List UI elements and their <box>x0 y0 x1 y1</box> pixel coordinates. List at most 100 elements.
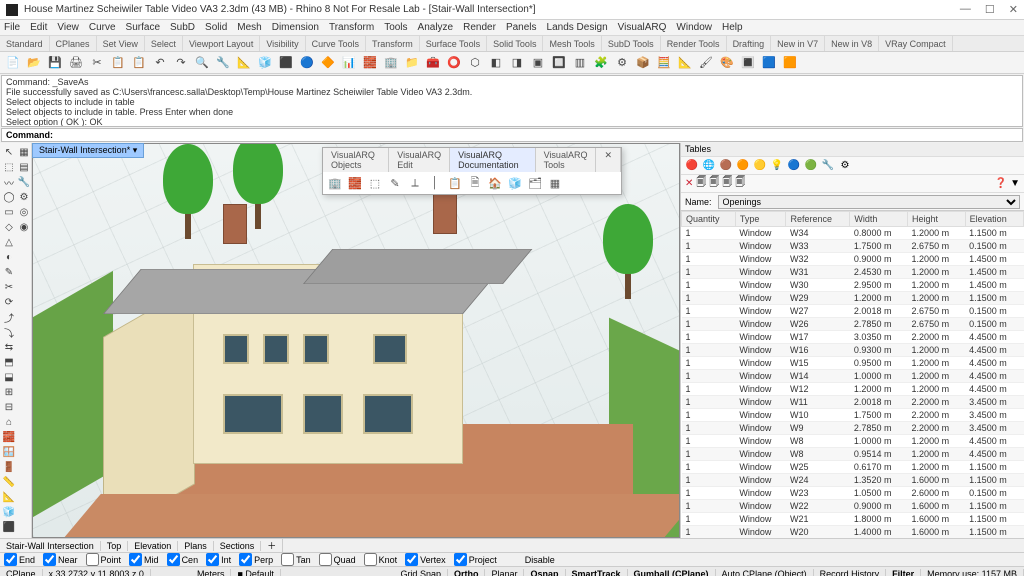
osnap-disable[interactable]: Disable <box>525 555 555 565</box>
osnap-end[interactable]: End <box>4 553 35 566</box>
ltool-6[interactable]: △ <box>2 235 16 249</box>
osnap-tan[interactable]: Tan <box>281 553 311 566</box>
panel-tab-6[interactable]: 🔵 <box>787 159 801 173</box>
col-quantity[interactable]: Quantity <box>682 212 736 227</box>
tab-visibility[interactable]: Visibility <box>260 36 305 51</box>
menu-tools[interactable]: Tools <box>384 22 407 33</box>
col-height[interactable]: Height <box>908 212 966 227</box>
tab-mesh-tools[interactable]: Mesh Tools <box>543 36 601 51</box>
toolbar-btn-2[interactable]: 💾 <box>46 54 64 72</box>
col-elevation[interactable]: Elevation <box>965 212 1023 227</box>
status-coords[interactable]: x 33.2732 y 11.8003 z 0 <box>43 569 151 576</box>
ltool-14[interactable]: ⬒ <box>2 355 16 369</box>
tab-drafting[interactable]: Drafting <box>727 36 772 51</box>
menu-panels[interactable]: Panels <box>506 22 537 33</box>
viewport-tab[interactable]: Stair-Wall Intersection* ▾ <box>32 143 144 158</box>
table-row[interactable]: 1WindowW220.9000 m1.6000 m1.1500 m <box>682 500 1024 513</box>
panel-tab-0[interactable]: 🔴 <box>685 159 699 173</box>
status-units[interactable]: Meters <box>191 569 232 576</box>
ltool-18[interactable]: ⌂ <box>2 415 16 429</box>
ltool-26[interactable]: ▦ <box>17 145 31 159</box>
toolbar-btn-19[interactable]: 📁 <box>403 54 421 72</box>
table-row[interactable]: 1WindowW340.8000 m1.2000 m1.1500 m <box>682 227 1024 240</box>
menu-visualarq[interactable]: VisualARQ <box>618 22 667 33</box>
status-grid-snap[interactable]: Grid Snap <box>394 569 448 576</box>
tab-new-in-v7[interactable]: New in V7 <box>771 36 825 51</box>
ltool-29[interactable]: ⚙ <box>17 190 31 204</box>
menu-mesh[interactable]: Mesh <box>237 22 261 33</box>
toolbar-btn-9[interactable]: 🔍 <box>193 54 211 72</box>
col-reference[interactable]: Reference <box>786 212 850 227</box>
toolbar-btn-35[interactable]: 🔳 <box>739 54 757 72</box>
tab-curve-tools[interactable]: Curve Tools <box>306 36 366 51</box>
menu-view[interactable]: View <box>57 22 79 33</box>
tab-cplanes[interactable]: CPlanes <box>50 36 97 51</box>
toolbar-btn-33[interactable]: 🖌 <box>697 54 715 72</box>
ltool-13[interactable]: ⇆ <box>2 340 16 354</box>
table-row[interactable]: 1WindowW320.9000 m1.2000 m1.4500 m <box>682 253 1024 266</box>
toolbar-btn-14[interactable]: 🔵 <box>298 54 316 72</box>
menu-window[interactable]: Window <box>676 22 712 33</box>
ltool-19[interactable]: 🧱 <box>2 430 16 444</box>
table-row[interactable]: 1WindowW121.2000 m1.2000 m4.4500 m <box>682 383 1024 396</box>
table-row[interactable]: 1WindowW81.0000 m1.2000 m4.4500 m <box>682 435 1024 448</box>
toolbar-btn-3[interactable]: 🖨 <box>67 54 85 72</box>
menu-transform[interactable]: Transform <box>329 22 374 33</box>
toolbar-btn-23[interactable]: ◧ <box>487 54 505 72</box>
status-planar[interactable]: Planar <box>485 569 524 576</box>
toolbar-btn-24[interactable]: ◨ <box>508 54 526 72</box>
table-row[interactable]: 1WindowW112.0018 m2.2000 m3.4500 m <box>682 396 1024 409</box>
ltool-30[interactable]: ◎ <box>17 205 31 219</box>
toolbar-btn-30[interactable]: 📦 <box>634 54 652 72</box>
ltool-4[interactable]: ▭ <box>2 205 16 219</box>
vp-tab-sections[interactable]: Sections <box>214 541 262 551</box>
toolbar-btn-31[interactable]: 🧮 <box>655 54 673 72</box>
toolbar-btn-25[interactable]: ▣ <box>529 54 547 72</box>
ltool-15[interactable]: ⬓ <box>2 370 16 384</box>
ltool-1[interactable]: ⬚ <box>2 160 16 174</box>
toolbar-btn-34[interactable]: 🎨 <box>718 54 736 72</box>
status-osnap[interactable]: Osnap <box>524 569 565 576</box>
osnap-project[interactable]: Project <box>454 553 497 566</box>
ltool-20[interactable]: 🪟 <box>2 445 16 459</box>
status-ortho[interactable]: Ortho <box>448 569 486 576</box>
tab-surface-tools[interactable]: Surface Tools <box>420 36 487 51</box>
ltool-22[interactable]: 📏 <box>2 475 16 489</box>
toolbar-btn-1[interactable]: 📂 <box>25 54 43 72</box>
osnap-point[interactable]: Point <box>86 553 122 566</box>
panel-btn-2[interactable]: 🗐 <box>709 175 719 192</box>
panel-tab-9[interactable]: ⚙ <box>838 159 852 173</box>
toolbar-btn-28[interactable]: 🧩 <box>592 54 610 72</box>
col-type[interactable]: Type <box>735 212 786 227</box>
osnap-near[interactable]: Near <box>43 553 78 566</box>
toolbar-btn-29[interactable]: ⚙ <box>613 54 631 72</box>
toolbar-btn-15[interactable]: 🔶 <box>319 54 337 72</box>
status-gumball-cplane-[interactable]: Gumball (CPlane) <box>628 569 716 576</box>
table-row[interactable]: 1WindowW150.9500 m1.2000 m4.4500 m <box>682 357 1024 370</box>
toolbar-btn-10[interactable]: 🔧 <box>214 54 232 72</box>
floating-btn-4[interactable]: ⟂ <box>407 175 423 191</box>
panel-tab-4[interactable]: 🟡 <box>753 159 767 173</box>
menu-surface[interactable]: Surface <box>126 22 160 33</box>
menu-subd[interactable]: SubD <box>170 22 195 33</box>
ltool-27[interactable]: ▤ <box>17 160 31 174</box>
table-row[interactable]: 1WindowW331.7500 m2.6750 m0.1500 m <box>682 240 1024 253</box>
status-memory[interactable]: Memory use: 1157 MB <box>921 569 1024 576</box>
table-row[interactable]: 1WindowW262.7850 m2.6750 m0.1500 m <box>682 318 1024 331</box>
ltool-24[interactable]: 🧊 <box>2 505 16 519</box>
ltool-17[interactable]: ⊟ <box>2 400 16 414</box>
ltool-10[interactable]: ⟳ <box>2 295 16 309</box>
menu-curve[interactable]: Curve <box>89 22 116 33</box>
ltool-7[interactable]: ◐ <box>2 250 16 264</box>
panel-tab-8[interactable]: 🔧 <box>821 159 835 173</box>
menu-lands design[interactable]: Lands Design <box>547 22 608 33</box>
tab-solid-tools[interactable]: Solid Tools <box>487 36 543 51</box>
status-record-history[interactable]: Record History <box>814 569 887 576</box>
panel-btn-right-1[interactable]: ▼ <box>1010 178 1020 189</box>
ltool-28[interactable]: 🔧 <box>17 175 31 189</box>
toolbar-btn-13[interactable]: ⬛ <box>277 54 295 72</box>
floating-tab-1[interactable]: VisualARQ Edit <box>389 148 450 172</box>
osnap-int[interactable]: Int <box>206 553 231 566</box>
menu-analyze[interactable]: Analyze <box>418 22 454 33</box>
floating-btn-8[interactable]: 🏠 <box>487 175 503 191</box>
